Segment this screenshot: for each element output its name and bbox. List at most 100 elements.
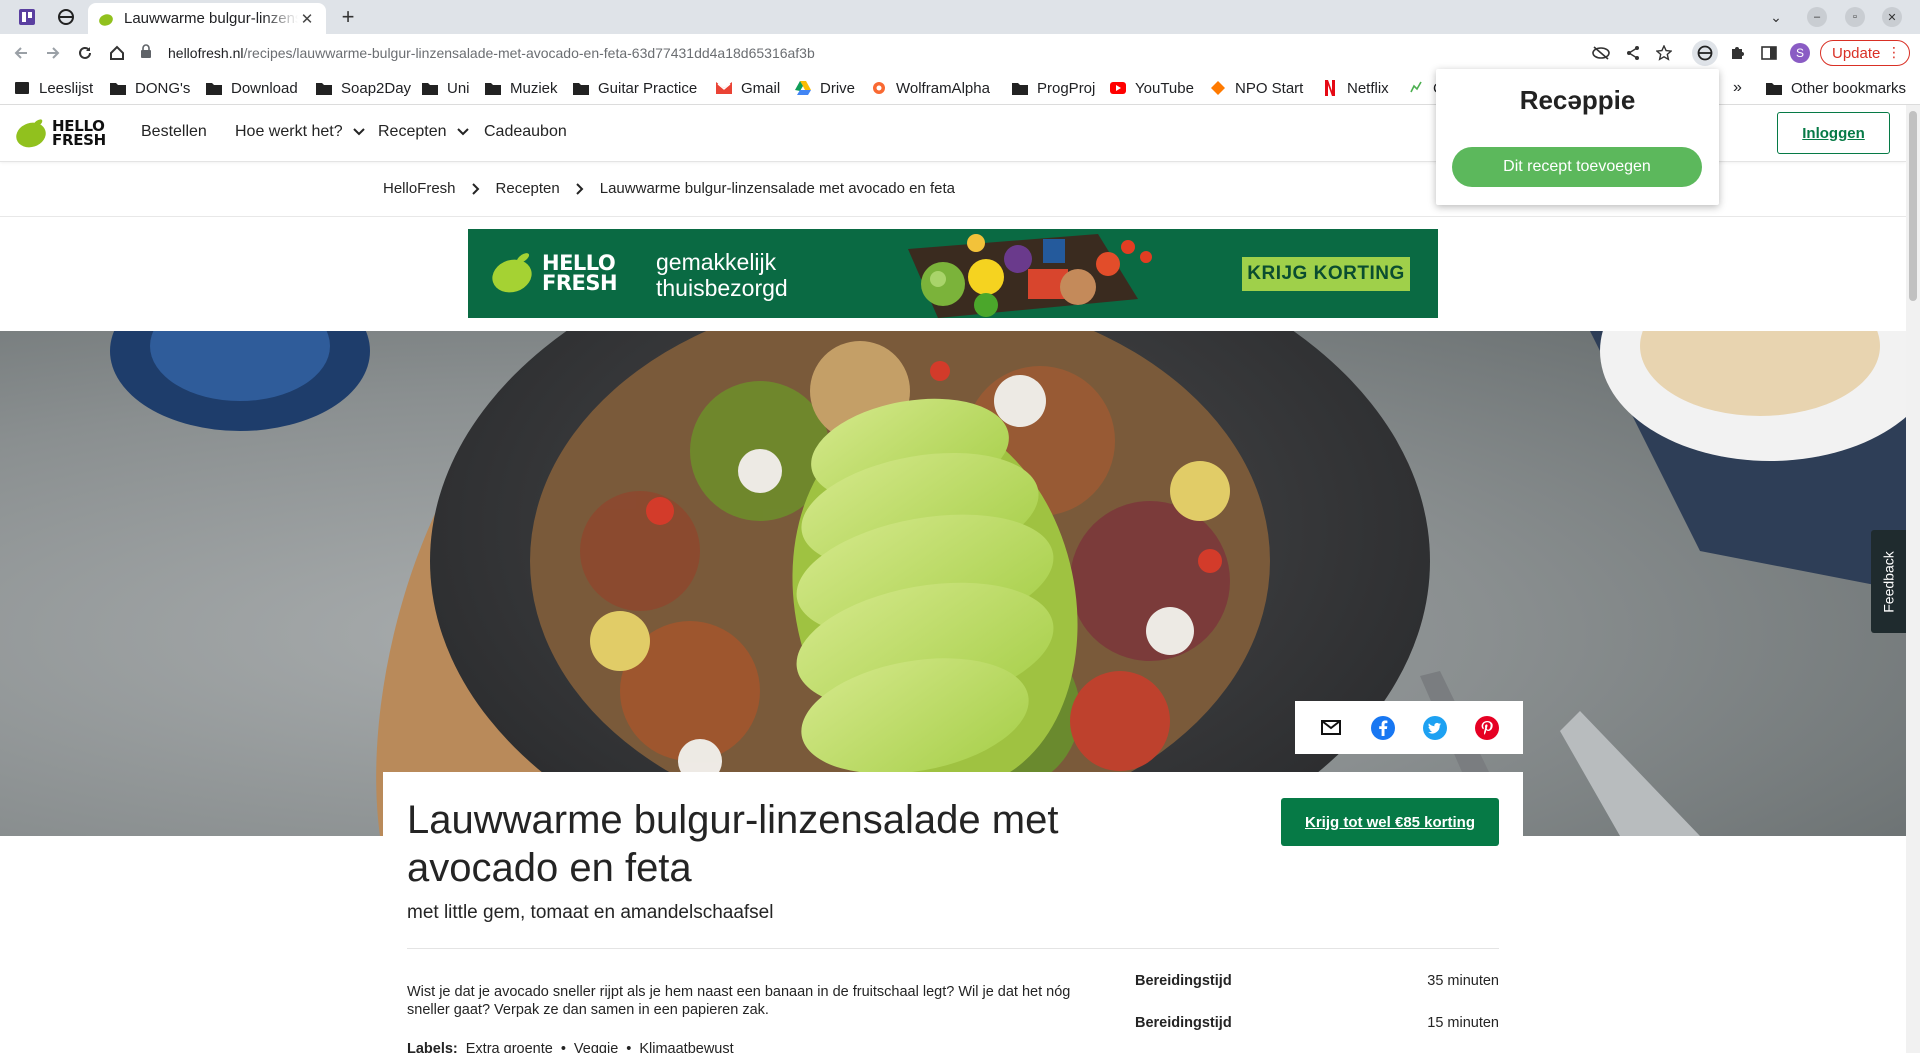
bookmark-download[interactable]: Download — [206, 76, 298, 100]
chevron-down-icon — [352, 128, 365, 136]
folder-icon — [110, 80, 126, 96]
promo-banner[interactable]: HELLO FRESH gemakkelijk thuisbezorgd KRI… — [468, 229, 1438, 318]
label-tag[interactable]: Veggie — [574, 1041, 618, 1053]
update-label: Update — [1832, 44, 1881, 62]
banner-logo: HELLO FRESH — [490, 251, 618, 295]
feedback-tab[interactable]: Feedback — [1871, 530, 1906, 633]
tab-search-icon[interactable]: ⌄ — [1766, 7, 1786, 27]
folder-icon — [573, 80, 589, 96]
divider — [407, 948, 1499, 949]
drive-icon — [795, 80, 811, 96]
breadcrumb: HelloFresh Recepten Lauwwarme bulgur-lin… — [383, 180, 955, 197]
discount-button[interactable]: Krijg tot wel €85 korting — [1281, 798, 1499, 846]
url-path: /recipes/lauwwarme-bulgur-linzensalade-m… — [243, 44, 815, 61]
scrollbar-thumb[interactable] — [1909, 111, 1917, 301]
menu-dots-icon: ⋮ — [1887, 44, 1901, 60]
bookmark-muziek[interactable]: Muziek — [485, 76, 558, 100]
bookmark-drive[interactable]: Drive — [795, 76, 855, 100]
back-icon[interactable] — [8, 40, 34, 66]
recipe-card: Lauwwarme bulgur-linzensalade met avocad… — [383, 772, 1523, 1053]
nav-recepten[interactable]: Recepten — [378, 123, 469, 141]
browser-tab-strip: Lauwwarme bulgur-linzensalade met avocad… — [0, 0, 1920, 34]
bookmark-guitar-practice[interactable]: Guitar Practice — [573, 76, 697, 100]
recappie-extension-icon[interactable] — [1692, 40, 1718, 66]
wolfram-icon — [871, 80, 887, 96]
banner-cta-button[interactable]: KRIJG KORTING — [1242, 257, 1410, 291]
facebook-share-icon[interactable] — [1369, 714, 1397, 742]
profile-avatar[interactable]: S — [1790, 43, 1810, 63]
recipe-title: Lauwwarme bulgur-linzensalade met avocad… — [407, 798, 1059, 890]
minimize-button[interactable]: – — [1807, 7, 1827, 27]
trello-pinned-tab-icon[interactable] — [15, 5, 39, 29]
twitter-share-icon[interactable] — [1421, 714, 1449, 742]
add-recipe-button[interactable]: Dit recept toevoegen — [1452, 147, 1702, 187]
recipe-labels: Labels: Extra groente • Veggie • Klimaat… — [407, 1041, 734, 1053]
time-key: Bereidingstijd — [1135, 1015, 1232, 1031]
page-scrollbar[interactable] — [1906, 105, 1920, 1053]
extensions-puzzle-icon[interactable] — [1724, 40, 1750, 66]
close-window-button[interactable]: ✕ — [1882, 7, 1902, 27]
bookmark-youtube[interactable]: YouTube — [1110, 76, 1194, 100]
update-button[interactable]: Update ⋮ — [1820, 40, 1910, 66]
label-tag[interactable]: Klimaatbewust — [639, 1041, 733, 1053]
bookmark-star-icon[interactable] — [1651, 40, 1677, 66]
breadcrumb-hellofresh[interactable]: HelloFresh — [383, 180, 456, 197]
side-panel-icon[interactable] — [1756, 40, 1782, 66]
restore-button[interactable]: ▫ — [1845, 7, 1865, 27]
lime-logo-icon — [16, 119, 46, 148]
bookmark-leeslijst[interactable]: Leeslijst — [14, 76, 93, 100]
active-tab[interactable]: Lauwwarme bulgur-linzensalade met avocad… — [88, 3, 326, 34]
folder-icon — [1012, 80, 1028, 96]
banner-logo-line-2: FRESH — [542, 271, 618, 295]
breadcrumb-current: Lauwwarme bulgur-linzensalade met avocad… — [599, 180, 955, 197]
hellofresh-logo[interactable]: HELLO FRESH — [14, 117, 106, 149]
banner-logo-line-1: HELLO — [542, 251, 616, 275]
folder-icon — [1766, 80, 1782, 96]
folder-icon — [485, 80, 501, 96]
share-icon[interactable] — [1620, 40, 1646, 66]
time-row: Bereidingstijd 35 minuten — [1135, 973, 1499, 989]
forward-icon[interactable] — [40, 40, 66, 66]
nav-hoe-werkt-het[interactable]: Hoe werkt het? — [235, 123, 365, 141]
chevron-right-icon — [576, 182, 584, 195]
popup-title: Recəppie — [1519, 85, 1636, 115]
bookmark-dongs[interactable]: DONG's — [110, 76, 190, 100]
bookmark-npo-start[interactable]: NPO Start — [1210, 76, 1303, 100]
time-value: 15 minuten — [1427, 1015, 1499, 1031]
bookmark-wolframalpha[interactable]: WolframAlpha — [871, 76, 990, 100]
login-button[interactable]: Inloggen — [1777, 112, 1890, 154]
folder-icon — [206, 80, 222, 96]
nav-bestellen[interactable]: Bestellen — [141, 123, 207, 141]
home-icon[interactable] — [104, 40, 130, 66]
nav-cadeaubon[interactable]: Cadeaubon — [484, 123, 567, 141]
other-bookmarks[interactable]: Other bookmarks — [1766, 76, 1906, 100]
eye-off-icon[interactable] — [1588, 40, 1614, 66]
label-tag[interactable]: Extra groente — [466, 1041, 553, 1053]
bookmark-progproj[interactable]: ProgProj — [1012, 76, 1095, 100]
breadcrumb-recepten[interactable]: Recepten — [496, 180, 560, 197]
new-tab-button[interactable]: + — [336, 4, 360, 29]
netflix-icon — [1322, 80, 1338, 96]
bookmark-gmail[interactable]: Gmail — [716, 76, 780, 100]
recipe-hero-image — [0, 331, 1906, 836]
bookmarks-overflow-button[interactable]: » — [1733, 76, 1742, 100]
email-share-icon[interactable] — [1317, 714, 1345, 742]
browser-toolbar: hellofresh.nl/recipes/lauwwarme-bulgur-l… — [0, 34, 1920, 71]
pinterest-share-icon[interactable] — [1473, 714, 1501, 742]
web-page: HELLO FRESH Bestellen Hoe werkt het? Rec… — [0, 105, 1906, 1053]
youtube-icon — [1110, 80, 1126, 96]
recappie-extension-popup: Recəppie Dit recept toevoegen — [1436, 69, 1719, 205]
lock-icon[interactable] — [140, 44, 156, 61]
time-key: Bereidingstijd — [1135, 973, 1232, 989]
reading-list-icon — [14, 80, 30, 96]
folder-icon — [316, 80, 332, 96]
bookmark-uni[interactable]: Uni — [422, 76, 470, 100]
tab-close-icon[interactable]: ✕ — [298, 10, 316, 28]
bookmark-netflix[interactable]: Netflix — [1322, 76, 1389, 100]
recappie-pinned-tab-icon[interactable] — [54, 5, 78, 29]
logo-line-2: FRESH — [52, 131, 106, 149]
bookmark-soap2day[interactable]: Soap2Day — [316, 76, 411, 100]
tab-title: Lauwwarme bulgur-linzensalade met avocad… — [124, 10, 298, 27]
banner-tagline: gemakkelijk thuisbezorgd — [656, 249, 788, 301]
reload-icon[interactable] — [72, 40, 98, 66]
